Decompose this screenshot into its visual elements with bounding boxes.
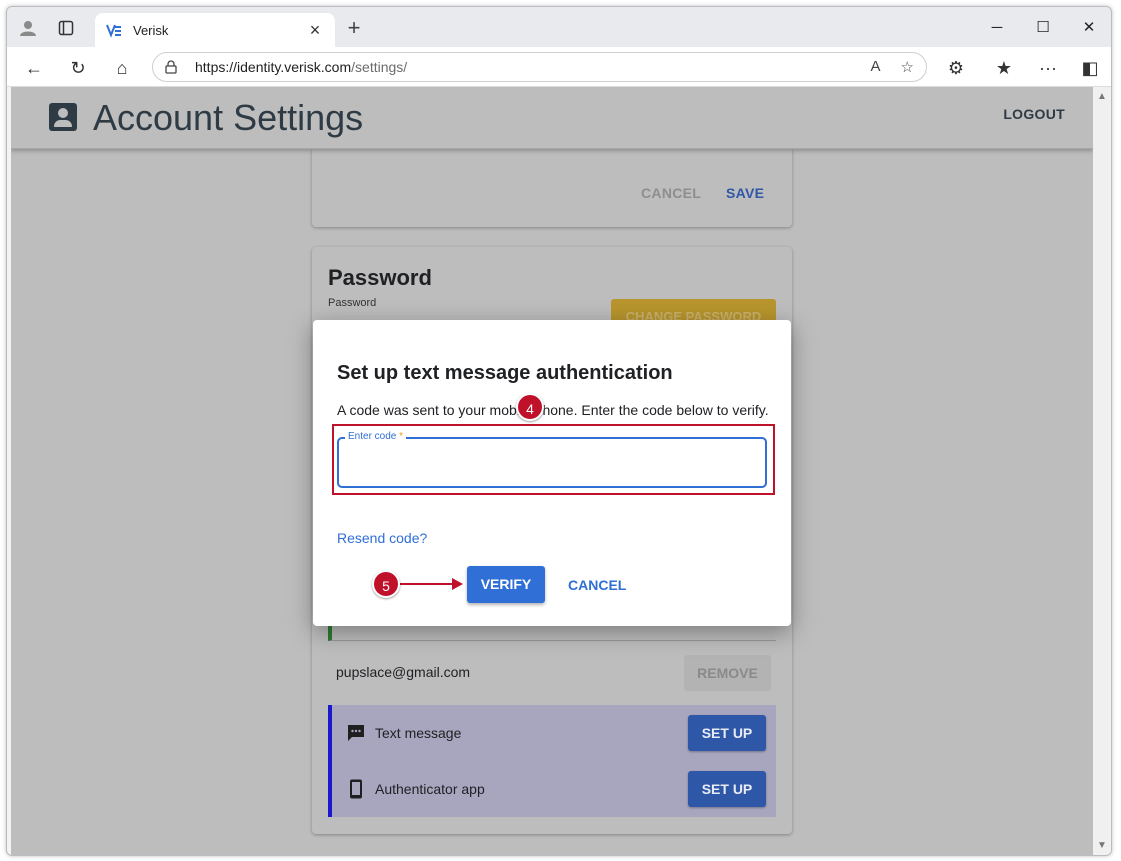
scroll-down-icon[interactable]: ▼ bbox=[1097, 840, 1107, 851]
minimize-icon[interactable]: ─ bbox=[985, 15, 1009, 39]
step-5-badge: 5 bbox=[372, 570, 400, 598]
new-tab-icon[interactable]: + bbox=[343, 15, 365, 40]
tab-actions-icon[interactable] bbox=[55, 17, 77, 39]
dialog-title: Set up text message authentication bbox=[337, 362, 673, 384]
browser-window: Verisk × + ─ ☐ ✕ ← ↻ ⌂ https://identity.… bbox=[6, 6, 1112, 856]
page-title: Account Settings bbox=[93, 97, 364, 138]
favorite-star-icon[interactable]: ☆ bbox=[901, 58, 914, 76]
cancel-button[interactable]: CANCEL bbox=[641, 185, 701, 201]
dialog-message: A code was sent to your mobile phone. En… bbox=[337, 402, 769, 418]
password-subtitle: Password bbox=[328, 297, 377, 309]
tab-title: Verisk bbox=[133, 22, 169, 38]
account-box-icon bbox=[49, 103, 77, 131]
sms-icon bbox=[348, 725, 364, 741]
reload-icon[interactable]: ↻ bbox=[65, 55, 91, 81]
mfa-label: Text message bbox=[375, 725, 462, 741]
mfa-label: Authenticator app bbox=[375, 781, 485, 797]
phone-icon bbox=[350, 779, 362, 799]
maximize-icon[interactable]: ☐ bbox=[1031, 15, 1055, 39]
setup-authenticator-button[interactable]: SET UP bbox=[688, 771, 766, 807]
resend-code-link[interactable]: Resend code? bbox=[337, 530, 427, 546]
url-host: https://identity.verisk.com bbox=[195, 59, 352, 75]
step-4-badge: 4 bbox=[516, 393, 544, 421]
email-address: pupslace@gmail.com bbox=[336, 664, 471, 680]
annotation-arrow-head bbox=[452, 578, 463, 590]
page-viewport: Account Settings LOGOUT CANCEL SAVE Pass… bbox=[11, 87, 1093, 855]
profile-icon[interactable] bbox=[17, 17, 39, 39]
page-scrollbar[interactable]: ▲ ▼ bbox=[1093, 87, 1111, 855]
verisk-logo-icon bbox=[106, 24, 121, 38]
home-icon[interactable]: ⌂ bbox=[109, 55, 135, 81]
address-bar[interactable]: https://identity.verisk.com /settings/ A… bbox=[152, 52, 927, 82]
url-path: /settings/ bbox=[351, 59, 408, 75]
browser-toolbar: ← ↻ ⌂ https://identity.verisk.com /setti… bbox=[7, 47, 1111, 87]
extensions-icon[interactable]: ⚙ bbox=[943, 55, 969, 81]
code-field-label: Enter code * bbox=[345, 431, 407, 442]
app-header: Account Settings LOGOUT bbox=[11, 87, 1093, 149]
code-input[interactable] bbox=[349, 453, 754, 475]
more-icon[interactable]: ··· bbox=[1035, 55, 1061, 81]
tab-strip: Verisk × + ─ ☐ ✕ bbox=[7, 7, 1111, 47]
setup-text-message-button[interactable]: SET UP bbox=[688, 715, 766, 751]
logout-button[interactable]: LOGOUT bbox=[1003, 106, 1065, 122]
mfa-methods-box: Text message SET UP Authenticator app SE… bbox=[328, 705, 776, 817]
dialog-cancel-button[interactable]: CANCEL bbox=[568, 577, 626, 593]
mfa-row-text-message: Text message SET UP bbox=[332, 705, 776, 761]
tab-close-icon[interactable]: × bbox=[305, 20, 325, 41]
mfa-row-authenticator: Authenticator app SET UP bbox=[332, 761, 776, 817]
back-icon[interactable]: ← bbox=[21, 55, 47, 81]
lock-icon bbox=[165, 60, 177, 74]
verify-button[interactable]: VERIFY bbox=[467, 566, 545, 603]
code-field[interactable]: Enter code * bbox=[337, 431, 767, 488]
read-aloud-icon[interactable]: A bbox=[871, 58, 881, 76]
close-window-icon[interactable]: ✕ bbox=[1077, 15, 1101, 39]
favorites-icon[interactable]: ★ bbox=[991, 55, 1017, 81]
scroll-up-icon[interactable]: ▲ bbox=[1097, 91, 1107, 102]
save-button[interactable]: SAVE bbox=[726, 185, 764, 201]
password-heading: Password bbox=[328, 265, 432, 290]
sms-setup-dialog: Set up text message authentication A cod… bbox=[313, 320, 791, 626]
remove-button[interactable]: REMOVE bbox=[684, 655, 771, 691]
tab-verisk[interactable]: Verisk × bbox=[95, 13, 335, 47]
sidebar-icon[interactable]: ◧ bbox=[1077, 55, 1103, 81]
annotation-arrow bbox=[398, 583, 454, 585]
top-settings-card: CANCEL SAVE bbox=[312, 147, 792, 227]
